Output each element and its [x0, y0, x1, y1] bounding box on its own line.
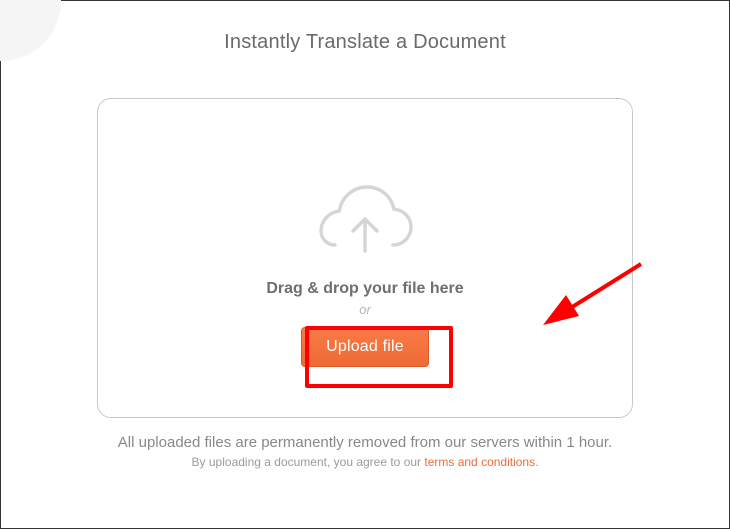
or-text: or	[359, 302, 371, 317]
footer-terms-text: By uploading a document, you agree to ou…	[61, 455, 669, 469]
footer-terms-suffix: .	[535, 455, 538, 469]
footer-terms-prefix: By uploading a document, you agree to ou…	[192, 455, 425, 469]
page-title: Instantly Translate a Document	[41, 31, 689, 54]
footer-retention-text: All uploaded files are permanently remov…	[61, 434, 669, 451]
file-dropzone[interactable]: Drag & drop your file here or Upload fil…	[97, 98, 633, 418]
terms-link[interactable]: terms and conditions	[424, 455, 535, 469]
upload-file-button[interactable]: Upload file	[301, 327, 429, 367]
drag-drop-text: Drag & drop your file here	[266, 280, 463, 298]
cloud-upload-icon	[315, 183, 415, 262]
